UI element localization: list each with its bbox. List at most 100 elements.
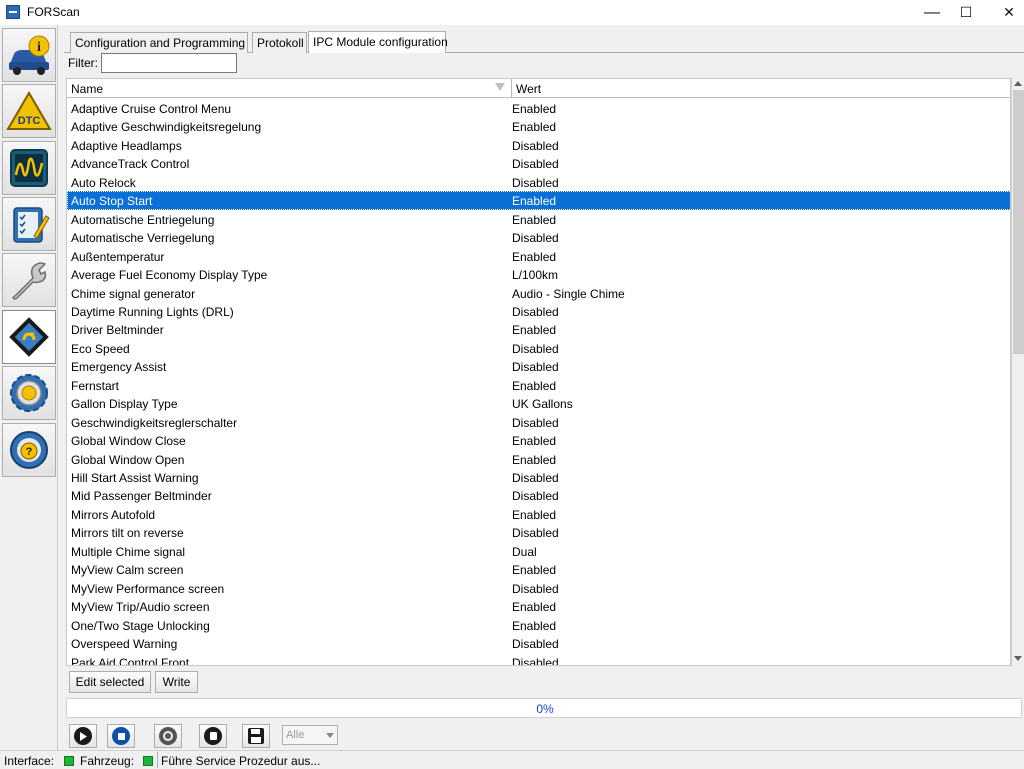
sidebar-item-dtc[interactable]: DTC	[2, 84, 56, 138]
table-row[interactable]: MyView Trip/Audio screen Enabled	[67, 597, 1010, 615]
row-name: Chime signal generator	[71, 286, 196, 301]
table-row[interactable]: Global Window Open Enabled	[67, 450, 1010, 468]
sidebar-item-vehicle-info[interactable]: i	[2, 28, 56, 82]
table-row[interactable]: Adaptive Cruise Control Menu Enabled	[67, 99, 1010, 117]
row-name: Global Window Open	[71, 452, 185, 467]
table-row[interactable]: Park Aid Control Front Disabled	[67, 653, 1010, 666]
row-value: Enabled	[512, 102, 557, 116]
close-button[interactable]: ✕	[986, 0, 1024, 25]
row-value: Disabled	[512, 157, 559, 172]
sidebar-item-service[interactable]	[2, 253, 56, 307]
table-row[interactable]: Adaptive Headlamps Disabled	[67, 136, 1010, 154]
chip-config-icon	[9, 317, 49, 357]
progress-bar: 0%	[66, 698, 1022, 718]
table-row[interactable]: Average Fuel Economy Display Type L/100km	[67, 265, 1010, 283]
table-row[interactable]: Adaptive Geschwindigkeitsregelung Enabled	[67, 117, 1010, 135]
row-name: Geschwindigkeitsreglerschalter	[71, 415, 238, 430]
column-header-name[interactable]: Name	[67, 79, 512, 98]
table-row[interactable]: AdvanceTrack Control Disabled	[67, 154, 1010, 172]
table-row[interactable]: Multiple Chime signal Dual	[67, 542, 1010, 560]
maximize-button[interactable]: ☐	[943, 0, 989, 25]
row-value: Enabled	[512, 194, 557, 209]
table-row[interactable]: Emergency Assist Disabled	[67, 357, 1010, 375]
status-interface-label: Interface:	[4, 754, 55, 768]
row-name: Mirrors Autofold	[71, 507, 156, 522]
table-row[interactable]: One/Two Stage Unlocking Enabled	[67, 616, 1010, 634]
table-vertical-scrollbar[interactable]	[1011, 78, 1024, 666]
table-row[interactable]: Hill Start Assist Warning Disabled	[67, 468, 1010, 486]
sidebar-item-tests[interactable]	[2, 197, 56, 251]
table-row[interactable]: MyView Calm screen Enabled	[67, 560, 1010, 578]
row-name: Hill Start Assist Warning	[71, 471, 199, 485]
row-name: AdvanceTrack Control	[71, 157, 190, 172]
table-row[interactable]: Mid Passenger Beltminder Disabled	[67, 486, 1010, 504]
scroll-down-icon[interactable]	[1014, 656, 1022, 661]
row-name: Emergency Assist	[71, 360, 167, 375]
status-vehicle-label: Fahrzeug:	[80, 754, 135, 768]
table-row[interactable]: Overspeed Warning Disabled	[67, 634, 1010, 652]
table-row[interactable]: Auto Stop Start Enabled	[67, 191, 1010, 210]
row-value: Enabled	[512, 249, 557, 264]
tab-configuration-programming[interactable]: Configuration and Programming	[70, 32, 248, 53]
row-name: Daytime Running Lights (DRL)	[71, 304, 234, 319]
edit-selected-button[interactable]: Edit selected	[69, 671, 151, 693]
row-value: Enabled	[512, 120, 557, 135]
table-row[interactable]: Fernstart Enabled	[67, 376, 1010, 394]
play-button[interactable]	[69, 724, 97, 748]
table-row[interactable]: Global Window Close Enabled	[67, 431, 1010, 449]
row-name: Mirrors tilt on reverse	[71, 526, 184, 541]
table-row[interactable]: Chime signal generator Audio - Single Chi…	[67, 284, 1010, 302]
row-name: Global Window Close	[71, 434, 186, 449]
configuration-table[interactable]: Name Wert Adaptive Cruise Control Menu En…	[66, 78, 1011, 666]
row-name: Mid Passenger Beltminder	[71, 489, 212, 504]
row-value: Disabled	[512, 360, 559, 375]
sidebar-item-settings[interactable]	[2, 366, 56, 420]
table-row[interactable]: Gallon Display Type UK Gallons	[67, 394, 1010, 412]
scroll-up-icon[interactable]	[1014, 81, 1022, 86]
delete-button[interactable]	[199, 724, 227, 748]
filter-combo[interactable]: Alle	[282, 725, 338, 745]
sidebar-item-configuration[interactable]	[2, 310, 56, 364]
row-name: Automatische Entriegelung	[71, 212, 215, 227]
status-separator	[157, 752, 158, 768]
help-glyph: ?	[26, 446, 33, 458]
row-value: Enabled	[512, 212, 557, 227]
dtc-label: DTC	[18, 115, 41, 127]
table-row[interactable]: Mirrors tilt on reverse Disabled	[67, 523, 1010, 541]
row-value: Disabled	[512, 341, 559, 356]
table-row[interactable]: Außentemperatur Enabled	[67, 247, 1010, 265]
table-row[interactable]: Driver Beltminder Enabled	[67, 320, 1010, 338]
table-row[interactable]: Eco Speed Disabled	[67, 339, 1010, 357]
reset-button[interactable]	[154, 724, 182, 748]
row-name: Auto Stop Start	[71, 194, 153, 209]
sidebar-item-help[interactable]: ?	[2, 423, 56, 477]
gear-icon	[10, 374, 48, 412]
table-row[interactable]: Daytime Running Lights (DRL) Disabled	[67, 302, 1010, 320]
tab-protokoll[interactable]: Protokoll	[252, 32, 307, 53]
steering-help-icon: ?	[10, 431, 48, 469]
info-glyph: i	[37, 40, 41, 55]
filter-input[interactable]	[101, 53, 237, 73]
table-row[interactable]: MyView Performance screen Disabled	[67, 579, 1010, 597]
row-name: MyView Calm screen	[71, 563, 184, 578]
table-row[interactable]: Geschwindigkeitsreglerschalter Disabled	[67, 413, 1010, 431]
row-value: Enabled	[512, 452, 557, 467]
table-row[interactable]: Automatische Verriegelung Disabled	[67, 228, 1010, 246]
tab-ipc-module-configuration[interactable]: IPC Module configuration	[308, 31, 448, 53]
table-row[interactable]: Auto Relock Disabled	[67, 173, 1010, 191]
table-row[interactable]: Automatische Entriegelung Enabled	[67, 210, 1010, 228]
table-row[interactable]: Mirrors Autofold Enabled	[67, 505, 1010, 523]
column-header-wert[interactable]: Wert	[512, 79, 1010, 98]
oscilloscope-icon	[10, 149, 48, 187]
stop-icon	[112, 727, 130, 745]
stop-button[interactable]	[107, 724, 135, 748]
row-name: Adaptive Cruise Control Menu	[71, 102, 232, 116]
progress-text: 0%	[536, 702, 554, 716]
row-name: Overspeed Warning	[71, 637, 178, 652]
save-button[interactable]	[242, 724, 270, 748]
row-name: Average Fuel Economy Display Type	[71, 268, 268, 283]
scroll-thumb[interactable]	[1013, 90, 1024, 354]
sidebar-item-oscilloscope[interactable]	[2, 141, 56, 195]
write-button[interactable]: Write	[155, 671, 198, 693]
row-value: UK Gallons	[512, 397, 573, 412]
